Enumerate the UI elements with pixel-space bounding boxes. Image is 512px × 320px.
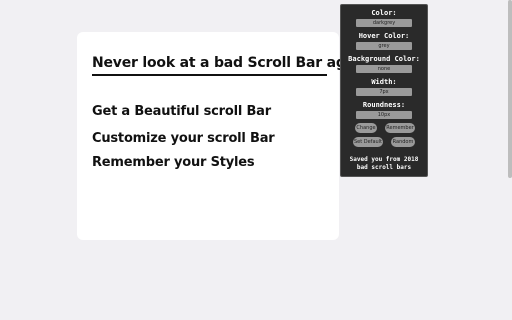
footer-line-2: bad scroll bars [356, 164, 412, 171]
color-field[interactable]: darkgrey [356, 19, 412, 27]
change-button[interactable]: Change [355, 123, 377, 133]
page-scrollbar[interactable] [508, 0, 512, 320]
hover-color-label: Hover Color: [358, 32, 410, 40]
background-color-field[interactable]: none [356, 65, 412, 73]
roundness-label: Roundness: [362, 101, 406, 109]
promo-title: Never look at a bad Scroll Bar again [92, 55, 369, 76]
scrollbar-thumb[interactable] [508, 0, 512, 178]
width-field[interactable]: 7px [356, 88, 412, 96]
popup-footer: Saved you from 2018 bad scroll bars [341, 156, 427, 172]
color-label: Color: [371, 9, 397, 17]
promo-card: Never look at a bad Scroll Bar again Get… [77, 32, 369, 240]
feature-beautiful: Get a Beautiful scroll Bar [92, 104, 271, 119]
width-label: Width: [371, 78, 397, 86]
remember-button[interactable]: Remember [385, 123, 415, 133]
extension-popup: Color: darkgrey Hover Color: grey Backgr… [340, 4, 428, 177]
feature-customize: Customize your scroll Bar [92, 131, 275, 146]
hover-color-field[interactable]: grey [356, 42, 412, 50]
random-button[interactable]: Random [391, 137, 415, 147]
footer-line-1: Saved you from 2018 [349, 156, 419, 163]
background-color-label: Background Color: [348, 55, 420, 63]
roundness-field[interactable]: 10px [356, 111, 412, 119]
feature-remember: Remember your Styles [92, 155, 255, 170]
extension-preview-page: Never look at a bad Scroll Bar again Get… [0, 0, 512, 320]
set-default-button[interactable]: Set Default [353, 137, 383, 147]
